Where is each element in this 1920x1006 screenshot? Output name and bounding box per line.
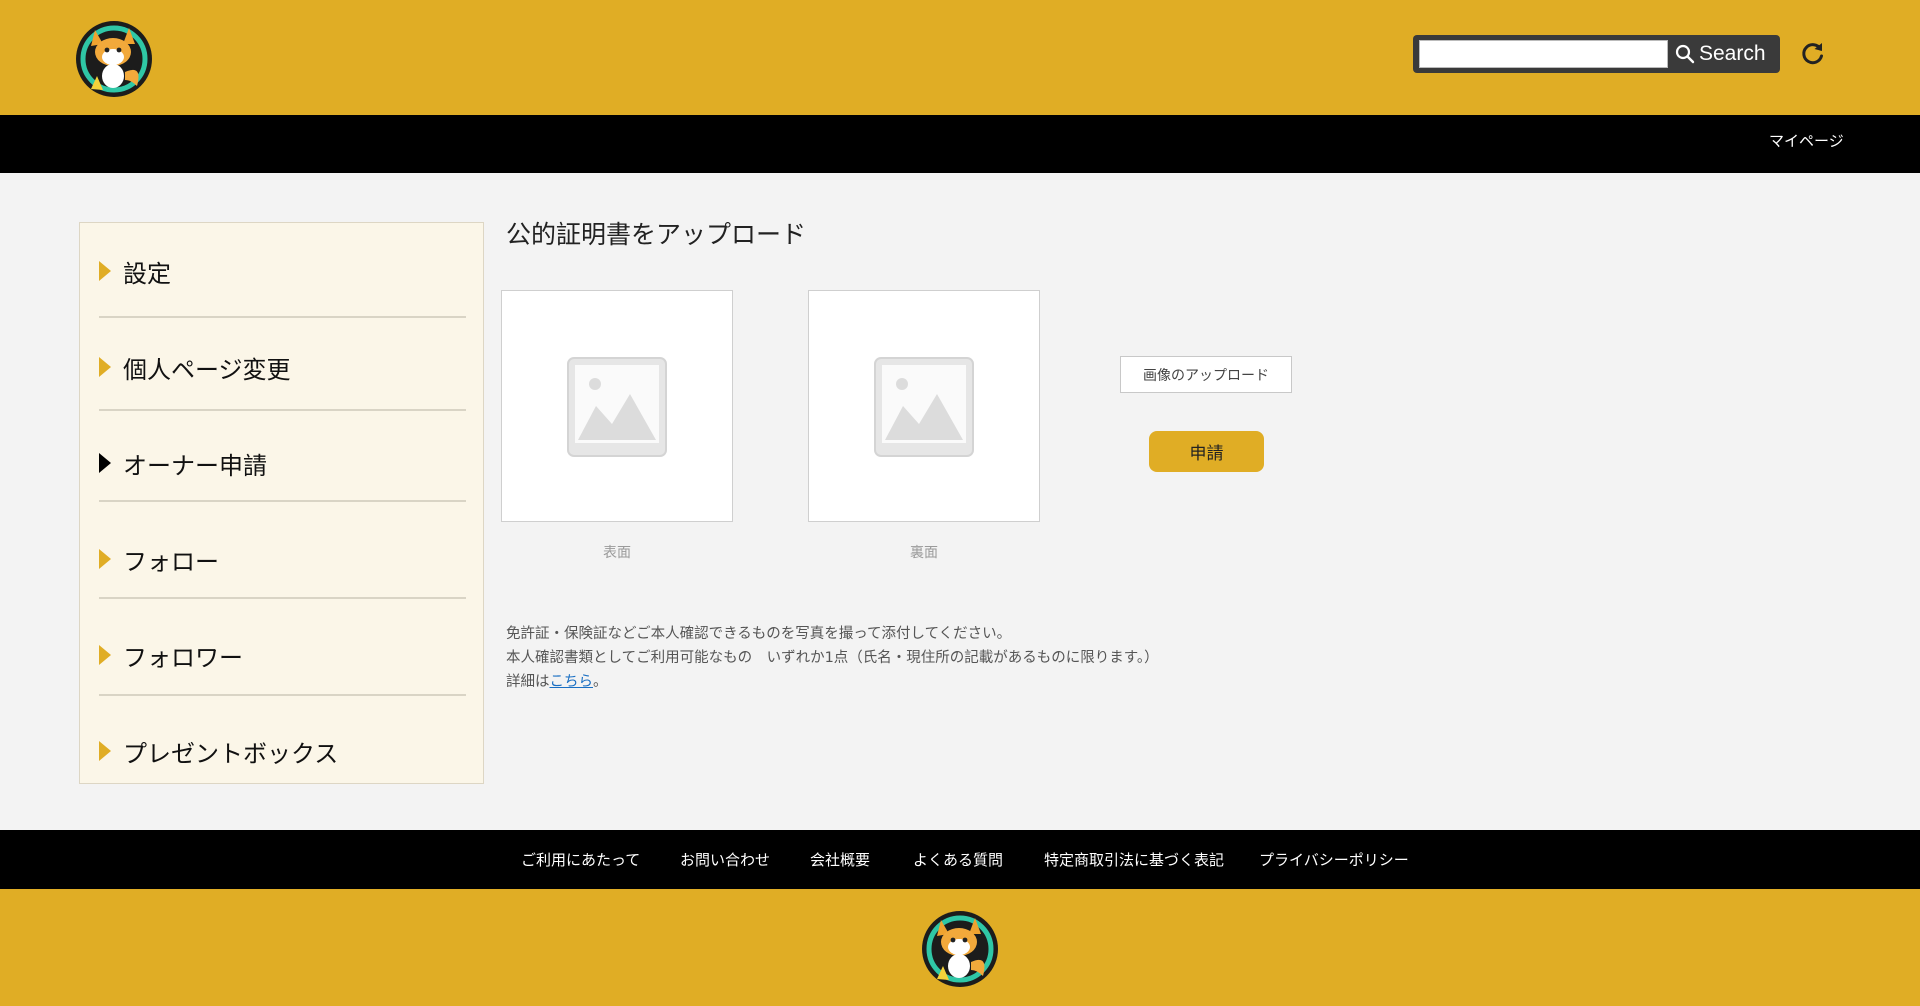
id-front-image[interactable]	[501, 290, 733, 522]
triangle-right-icon	[99, 645, 111, 665]
search-button-label: Search	[1699, 42, 1766, 65]
sidebar-divider	[99, 409, 466, 411]
footer-link-company[interactable]: 会社概要	[810, 849, 870, 870]
details-suffix: 。	[593, 674, 608, 690]
sidebar-item-owner-application[interactable]: オーナー申請	[99, 415, 466, 511]
instruction-line: 本人確認書類としてご利用可能なもの いずれか1点（氏名・現住所の記載があるものに…	[506, 650, 1159, 666]
sidebar-item-profile-edit[interactable]: 個人ページ変更	[99, 319, 466, 415]
top-nav: マイページ	[0, 115, 1920, 173]
sidebar-item-label: フォロー	[123, 547, 219, 576]
triangle-right-icon	[99, 357, 111, 377]
footer-bottom	[0, 889, 1920, 1006]
triangle-right-icon	[99, 453, 111, 473]
search-box: Search	[1413, 35, 1780, 73]
sidebar-divider	[99, 316, 466, 318]
footer-link-faq[interactable]: よくある質問	[913, 849, 1003, 870]
refresh-icon[interactable]	[1800, 40, 1826, 66]
image-placeholder-icon	[567, 357, 667, 457]
fox-mascot-logo[interactable]	[919, 904, 1001, 990]
search-input[interactable]	[1419, 40, 1668, 68]
footer-nav: ご利用にあたって お問い合わせ 会社概要 よくある質問 特定商取引法に基づく表記…	[0, 830, 1920, 889]
details-prefix: 詳細は	[506, 674, 550, 690]
sidebar-divider	[99, 694, 466, 696]
fox-mascot-logo[interactable]	[73, 14, 155, 100]
sidebar-item-follow[interactable]: フォロー	[99, 511, 466, 607]
sidebar-divider	[99, 597, 466, 599]
triangle-right-icon	[99, 549, 111, 569]
triangle-right-icon	[99, 261, 111, 281]
image-placeholder-icon	[874, 357, 974, 457]
instruction-line: 免許証・保険証などご本人確認できるものを写真を撮って添付してください。	[506, 626, 1012, 642]
details-link[interactable]: こちら	[550, 674, 594, 690]
search-icon	[1675, 44, 1695, 64]
sidebar-item-settings[interactable]: 設定	[99, 223, 466, 319]
site-header: Search	[0, 0, 1920, 115]
id-back-image[interactable]	[808, 290, 1040, 522]
back-caption: 裏面	[910, 545, 938, 561]
sidebar-item-label: 設定	[123, 259, 171, 288]
sidebar-item-label: フォロワー	[123, 643, 243, 672]
sidebar-item-label: オーナー申請	[123, 451, 267, 480]
triangle-right-icon	[99, 741, 111, 761]
search-button[interactable]: Search	[1675, 38, 1775, 70]
instruction-line: 詳細はこちら。	[506, 670, 1159, 694]
sidebar-item-followers[interactable]: フォロワー	[99, 607, 466, 703]
footer-link-legal[interactable]: 特定商取引法に基づく表記	[1044, 849, 1224, 870]
sidebar-item-present-box[interactable]: プレゼントボックス	[99, 703, 466, 799]
sidebar: 設定 個人ページ変更 オーナー申請 フォロー フォロワー プレゼントボックス	[79, 222, 484, 784]
mypage-link[interactable]: マイページ	[1769, 130, 1844, 151]
front-caption: 表面	[603, 545, 631, 561]
sidebar-item-label: プレゼントボックス	[123, 739, 339, 768]
upload-instructions: 免許証・保険証などご本人確認できるものを写真を撮って添付してください。 本人確認…	[506, 622, 1159, 694]
upload-image-button[interactable]: 画像のアップロード	[1120, 356, 1292, 393]
footer-link-terms[interactable]: ご利用にあたって	[521, 849, 640, 870]
footer-link-privacy[interactable]: プライバシーポリシー	[1259, 849, 1409, 870]
apply-button[interactable]: 申請	[1149, 431, 1264, 472]
page-title: 公的証明書をアップロード	[506, 220, 807, 249]
sidebar-divider	[99, 500, 466, 502]
footer-link-contact[interactable]: お問い合わせ	[680, 849, 770, 870]
sidebar-item-label: 個人ページ変更	[123, 355, 291, 384]
